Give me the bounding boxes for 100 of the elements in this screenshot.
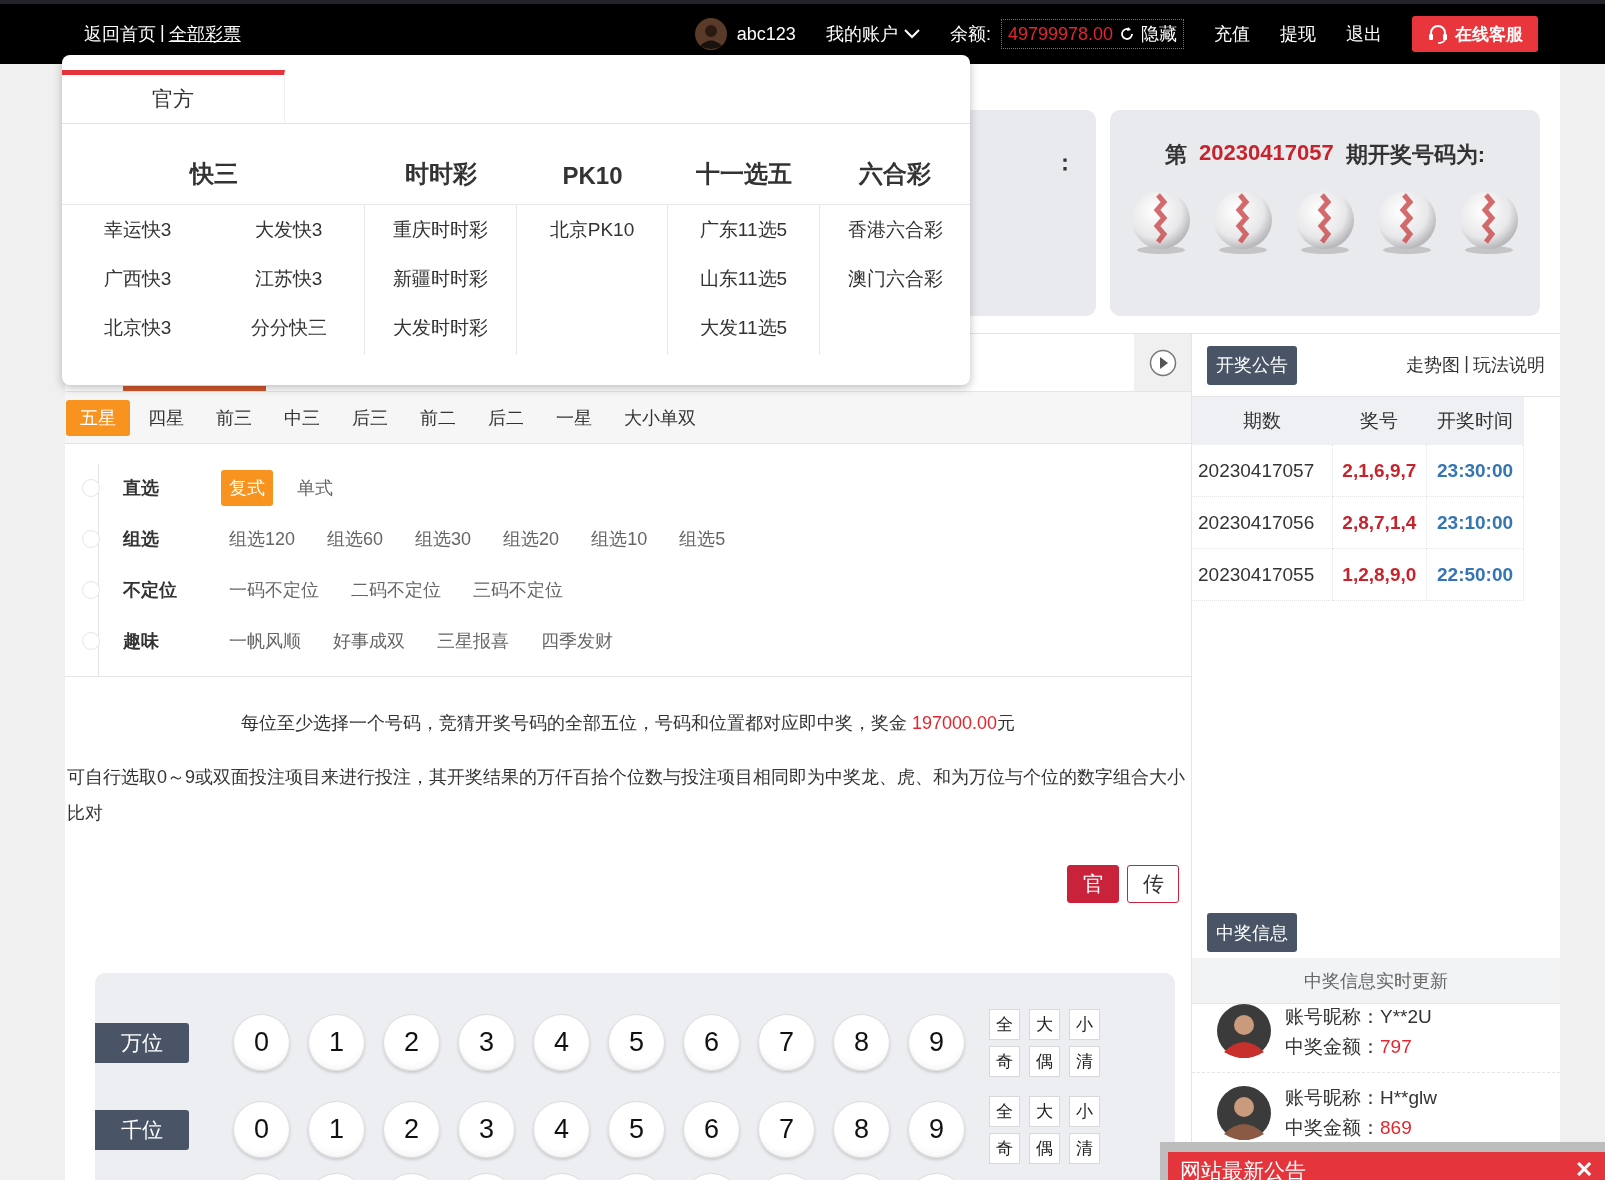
number-ball[interactable]: 7 bbox=[758, 1101, 815, 1158]
balance-label: 余额: bbox=[949, 23, 991, 46]
menu-item[interactable]: 大发时时彩 bbox=[365, 303, 516, 352]
quick-select-button[interactable]: 小 bbox=[1069, 1008, 1100, 1040]
results-tab[interactable]: 开奖公告 bbox=[1207, 345, 1297, 385]
menu-item[interactable]: 分分快三 bbox=[213, 303, 364, 352]
play-option[interactable]: 四季发财 bbox=[533, 622, 621, 659]
home-link[interactable]: 返回首页 bbox=[84, 22, 156, 46]
menu-tab[interactable]: 官方 bbox=[62, 70, 285, 123]
rules-link[interactable]: 玩法说明 bbox=[1473, 353, 1545, 377]
number-ball[interactable]: 9 bbox=[908, 1101, 965, 1158]
winner-name: 账号昵称：H**glw bbox=[1285, 1086, 1438, 1110]
quick-select-button[interactable]: 全 bbox=[989, 1008, 1020, 1040]
number-ball[interactable]: 4 bbox=[533, 1101, 590, 1158]
play-tab[interactable]: 后三 bbox=[338, 399, 402, 436]
menu-group-title: 时时彩 bbox=[365, 124, 517, 205]
number-ball[interactable]: 2 bbox=[383, 1101, 440, 1158]
number-ball[interactable]: 3 bbox=[458, 1014, 515, 1071]
customer-service-button[interactable]: 在线客服 bbox=[1412, 16, 1538, 52]
quick-select-button[interactable]: 大 bbox=[1029, 1008, 1060, 1040]
play-option[interactable]: 组选120 bbox=[221, 520, 304, 557]
nav-link[interactable]: 充值 bbox=[1214, 22, 1250, 46]
number-ball[interactable]: 0 bbox=[233, 1101, 290, 1158]
number-ball[interactable]: 9 bbox=[908, 1014, 965, 1071]
number-ball[interactable]: 7 bbox=[758, 1014, 815, 1071]
menu-item[interactable]: 北京PK10 bbox=[517, 205, 667, 254]
winner-name: 账号昵称：Y**2U bbox=[1285, 1005, 1432, 1029]
menu-item[interactable]: 广东11选5 bbox=[668, 205, 819, 254]
column-header: 奖号 bbox=[1332, 397, 1427, 445]
play-option[interactable]: 组选10 bbox=[583, 520, 656, 557]
trend-link[interactable]: 走势图 bbox=[1406, 353, 1461, 377]
nav-link[interactable]: 退出 bbox=[1346, 22, 1382, 46]
position-label: 万位 bbox=[95, 1022, 189, 1063]
play-tab[interactable]: 前三 bbox=[202, 399, 266, 436]
play-option[interactable]: 二码不定位 bbox=[343, 571, 449, 608]
menu-item[interactable]: 大发快3 bbox=[213, 205, 364, 254]
play-tab[interactable]: 大小单双 bbox=[610, 399, 710, 436]
menu-item[interactable]: 幸运快3 bbox=[62, 205, 213, 254]
table-cell: 20230417055 bbox=[1192, 548, 1333, 601]
menu-item[interactable]: 广西快3 bbox=[62, 254, 213, 303]
close-button[interactable]: ✕ bbox=[1575, 1157, 1593, 1180]
quick-select-button[interactable]: 小 bbox=[1069, 1095, 1100, 1127]
number-ball[interactable]: 0 bbox=[233, 1014, 290, 1071]
play-option[interactable]: 单式 bbox=[289, 469, 341, 506]
play-tab[interactable]: 前二 bbox=[406, 399, 470, 436]
quick-select-button[interactable]: 奇 bbox=[989, 1132, 1020, 1164]
group-title: 组选 bbox=[123, 527, 160, 551]
separator: | bbox=[1464, 353, 1469, 375]
menu-item[interactable]: 重庆时时彩 bbox=[365, 205, 516, 254]
menu-item[interactable]: 大发11选5 bbox=[668, 303, 819, 352]
play-tab[interactable]: 后二 bbox=[474, 399, 538, 436]
table-cell: 1,2,8,9,0 bbox=[1332, 548, 1427, 601]
play-option[interactable]: 三星报喜 bbox=[429, 622, 517, 659]
number-ball[interactable]: 8 bbox=[833, 1101, 890, 1158]
draw-issue: 20230417057 bbox=[1199, 140, 1334, 167]
number-ball[interactable]: 3 bbox=[458, 1101, 515, 1158]
play-option[interactable]: 组选20 bbox=[495, 520, 568, 557]
quick-select-button[interactable]: 偶 bbox=[1029, 1045, 1060, 1077]
nav-link[interactable]: 提现 bbox=[1280, 22, 1316, 46]
menu-item[interactable]: 香港六合彩 bbox=[820, 205, 970, 254]
username: abc123 bbox=[736, 23, 796, 45]
play-tab[interactable]: 中三 bbox=[270, 399, 334, 436]
play-option[interactable]: 好事成双 bbox=[325, 622, 413, 659]
play-option[interactable]: 一码不定位 bbox=[221, 571, 327, 608]
mode-button[interactable]: 传 bbox=[1127, 865, 1179, 903]
balance-amount: 49799978.00 bbox=[1007, 23, 1113, 45]
number-ball[interactable]: 8 bbox=[833, 1014, 890, 1071]
play-tab[interactable]: 四星 bbox=[134, 399, 198, 436]
play-option[interactable]: 组选30 bbox=[407, 520, 480, 557]
menu-item[interactable]: 澳门六合彩 bbox=[820, 254, 970, 303]
play-option[interactable]: 组选60 bbox=[319, 520, 392, 557]
account-menu[interactable]: 我的账户 bbox=[825, 22, 920, 46]
play-option[interactable]: 一帆风顺 bbox=[221, 622, 309, 659]
number-ball[interactable]: 1 bbox=[308, 1014, 365, 1071]
play-option[interactable]: 组选5 bbox=[671, 520, 734, 557]
quick-select-button[interactable]: 清 bbox=[1069, 1132, 1100, 1164]
winners-tab[interactable]: 中奖信息 bbox=[1207, 913, 1297, 952]
menu-item[interactable]: 江苏快3 bbox=[213, 254, 364, 303]
group-title: 直选 bbox=[123, 476, 160, 500]
number-ball[interactable]: 2 bbox=[383, 1014, 440, 1071]
number-ball[interactable]: 4 bbox=[533, 1014, 590, 1071]
quick-select-button[interactable]: 清 bbox=[1069, 1045, 1100, 1077]
table-cell: 2,8,7,1,4 bbox=[1332, 496, 1427, 549]
hide-link[interactable]: 隐藏 bbox=[1141, 22, 1177, 46]
play-option[interactable]: 三码不定位 bbox=[465, 571, 571, 608]
play-tab[interactable]: 一星 bbox=[542, 399, 606, 436]
menu-item[interactable]: 山东11选5 bbox=[668, 254, 819, 303]
number-ball[interactable]: 5 bbox=[608, 1101, 665, 1158]
quick-select-button[interactable]: 大 bbox=[1029, 1095, 1060, 1127]
quick-select-button[interactable]: 偶 bbox=[1029, 1132, 1060, 1164]
quick-select-button[interactable]: 奇 bbox=[989, 1045, 1020, 1077]
mode-button[interactable]: 官 bbox=[1067, 865, 1119, 903]
all-lotteries-link[interactable]: 全部彩票 bbox=[168, 22, 241, 46]
menu-item[interactable]: 北京快3 bbox=[62, 303, 213, 352]
menu-item[interactable]: 新疆时时彩 bbox=[365, 254, 516, 303]
number-ball[interactable]: 6 bbox=[683, 1101, 740, 1158]
quick-select-button[interactable]: 全 bbox=[989, 1095, 1020, 1127]
number-ball[interactable]: 1 bbox=[308, 1101, 365, 1158]
number-ball[interactable]: 6 bbox=[683, 1014, 740, 1071]
number-ball[interactable]: 5 bbox=[608, 1014, 665, 1071]
